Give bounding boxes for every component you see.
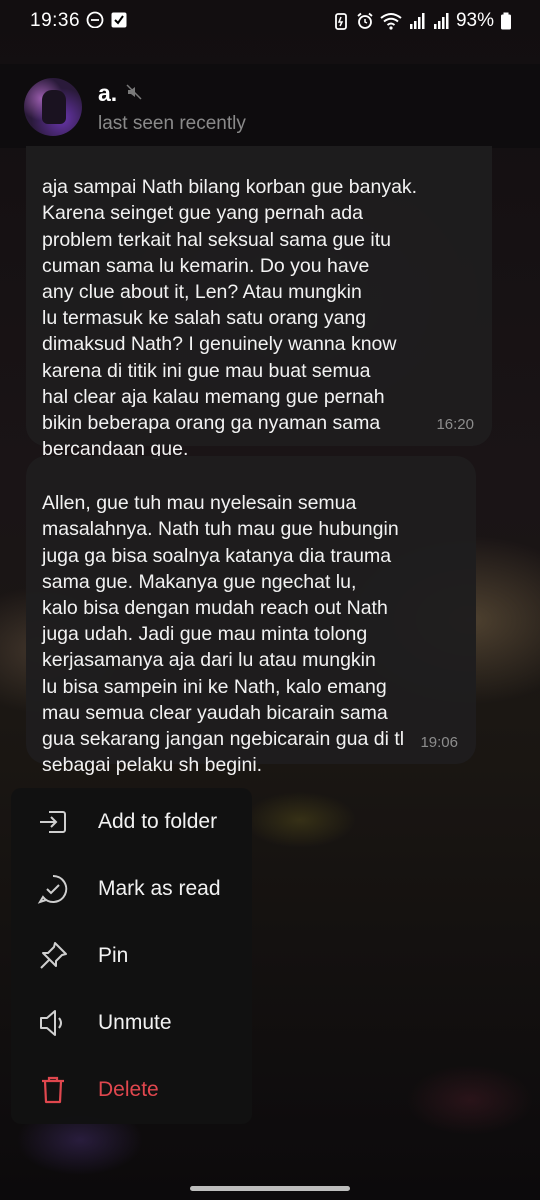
screen: 19:36 93% a. last seen recently aja samp…	[0, 0, 540, 1200]
menu-item-delete[interactable]: Delete	[11, 1056, 252, 1123]
contact-name: a.	[98, 80, 118, 106]
muted-icon	[126, 84, 142, 100]
message-bubble[interactable]: Allen, gue tuh mau nyelesain semua masal…	[26, 456, 476, 776]
trash-icon	[42, 1076, 64, 1104]
context-menu: Add to folder Mark as read Pin Unmute De…	[11, 788, 252, 1124]
battery-saver-icon	[335, 13, 347, 30]
message-text: Allen, gue tuh mau nyelesain semua masal…	[42, 492, 405, 777]
home-indicator[interactable]	[190, 1186, 350, 1191]
message-text: aja sampai Nath bilang korban gue banyak…	[42, 176, 418, 461]
message-bubble[interactable]: aja sampai Nath bilang korban gue banyak…	[26, 146, 492, 460]
menu-label: Mark as read	[98, 877, 221, 900]
status-time: 19:36	[30, 10, 81, 31]
chat-header[interactable]: a. last seen recently	[0, 64, 540, 148]
wifi-icon	[380, 13, 402, 30]
pin-icon	[40, 942, 67, 969]
menu-item-mark-as-read[interactable]: Mark as read	[11, 855, 252, 922]
dnd-icon	[86, 11, 104, 28]
avatar-figure	[42, 90, 66, 124]
menu-label: Add to folder	[98, 810, 218, 833]
download-check-icon	[111, 12, 127, 28]
signal-2-icon	[433, 13, 449, 29]
menu-label: Unmute	[98, 1011, 172, 1034]
menu-item-add-to-folder[interactable]: Add to folder	[11, 788, 252, 855]
check-circle-icon	[37, 874, 68, 904]
folder-add-icon	[40, 811, 66, 833]
menu-label: Pin	[98, 944, 129, 967]
status-right-icons: 93%	[332, 10, 512, 32]
status-bar: 19:36 93%	[0, 0, 540, 42]
message-time: 16:20	[436, 415, 474, 433]
alarm-icon	[357, 12, 373, 29]
menu-item-pin[interactable]: Pin	[11, 922, 252, 989]
last-seen-status: last seen recently	[98, 113, 246, 134]
menu-item-unmute[interactable]: Unmute	[11, 989, 252, 1056]
status-left-icons	[86, 10, 128, 28]
signal-1-icon	[409, 13, 425, 29]
speaker-icon	[40, 1010, 62, 1036]
battery-percent: 93%	[455, 10, 494, 31]
message-time: 19:06	[420, 733, 458, 751]
avatar[interactable]	[24, 78, 82, 136]
battery-icon	[501, 12, 511, 30]
menu-label: Delete	[98, 1078, 159, 1101]
